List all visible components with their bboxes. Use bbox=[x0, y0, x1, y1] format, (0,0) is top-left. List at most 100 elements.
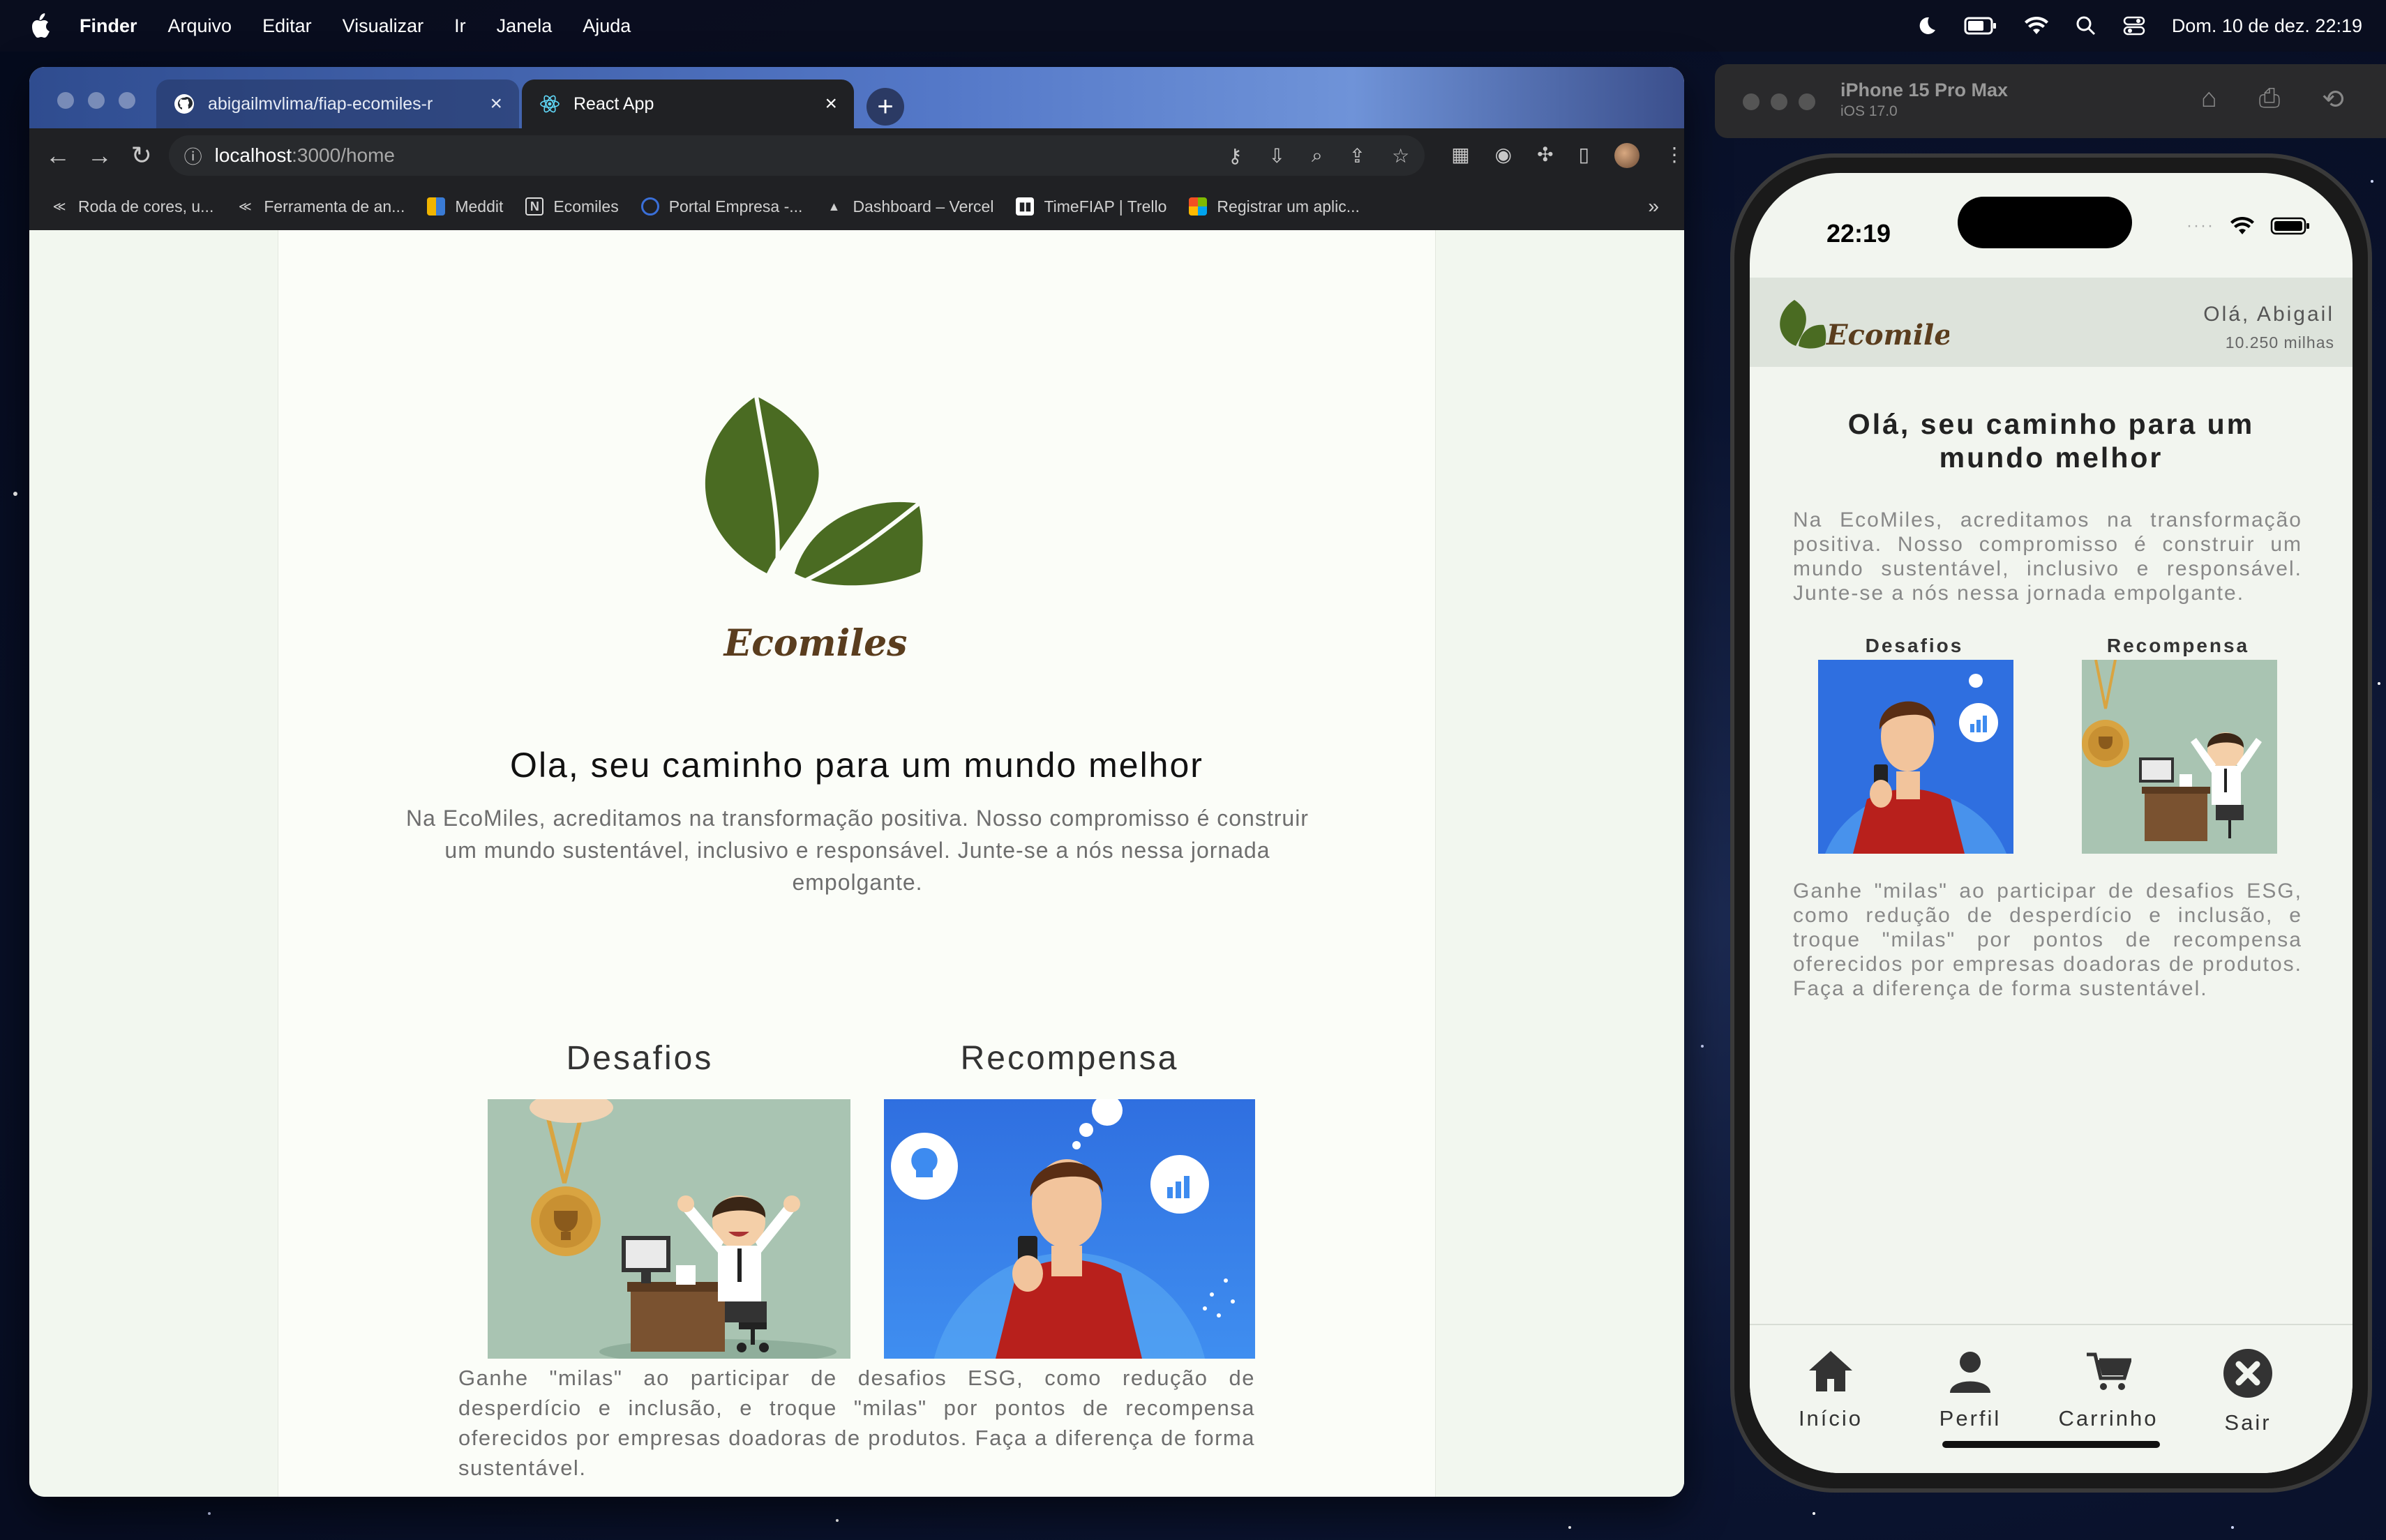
minimize-window-button[interactable] bbox=[1771, 93, 1787, 110]
back-arrow-icon[interactable]: ← bbox=[45, 141, 71, 169]
bookmarks-bar: ≪ Roda de cores, u... ≪ Ferramenta de an..… bbox=[29, 183, 1684, 230]
home-icon bbox=[1809, 1351, 1852, 1391]
bookmark-item[interactable]: ▮▮ TimeFIAP | Trello bbox=[1016, 197, 1166, 216]
menu-janela[interactable]: Janela bbox=[497, 15, 553, 37]
window-controls bbox=[57, 92, 135, 109]
battery-icon[interactable] bbox=[1964, 16, 1997, 36]
bookmark-label: Dashboard – Vercel bbox=[853, 197, 994, 216]
home-icon[interactable]: ⌂ bbox=[2201, 84, 2217, 115]
screenshot-camera-icon[interactable]: ⎙ bbox=[2259, 84, 2280, 115]
recompensa-title: Recompensa bbox=[960, 1040, 1179, 1077]
adobe-color-icon: ≪ bbox=[52, 199, 66, 213]
share-icon[interactable]: ⇪ bbox=[1349, 144, 1365, 167]
menu-ajuda[interactable]: Ajuda bbox=[583, 15, 631, 37]
tab-title: React App bbox=[573, 93, 654, 114]
menu-editar[interactable]: Editar bbox=[262, 15, 312, 37]
bookmark-item[interactable]: ≪ Ferramenta de an... bbox=[236, 197, 405, 216]
menubar-clock[interactable]: Dom. 10 de dez. 22:19 bbox=[2172, 15, 2362, 37]
bookmark-item[interactable]: ≪ Roda de cores, u... bbox=[50, 197, 214, 216]
wifi-icon[interactable] bbox=[2024, 16, 2049, 36]
ecomiles-logo[interactable]: Ecomiles bbox=[1775, 294, 1949, 357]
install-icon[interactable]: ⇩ bbox=[1268, 144, 1284, 167]
close-window-button[interactable] bbox=[1743, 93, 1760, 110]
status-time: 22:19 bbox=[1826, 219, 1891, 248]
menu-ir[interactable]: Ir bbox=[454, 15, 466, 37]
tab-sair[interactable]: Sair bbox=[2192, 1346, 2304, 1435]
maximize-window-button[interactable] bbox=[119, 92, 135, 109]
reload-icon[interactable]: ↻ bbox=[128, 141, 155, 169]
portal-icon bbox=[640, 197, 659, 216]
maximize-window-button[interactable] bbox=[1799, 93, 1815, 110]
bookmark-item[interactable]: Meddit bbox=[427, 197, 503, 216]
app-header: Ecomiles Olá, Abigail 10.250 milhas bbox=[1750, 278, 2353, 367]
browser-menu-icon[interactable]: ⋮ bbox=[1665, 143, 1684, 168]
more-bookmarks-icon[interactable]: » bbox=[1648, 195, 1659, 218]
tab-github[interactable]: abigailmvlima/fiap-ecomiles-r × bbox=[156, 80, 519, 128]
bookmark-label: Roda de cores, u... bbox=[78, 197, 214, 216]
battery-icon bbox=[2270, 217, 2309, 235]
recompensa-title: Recompensa bbox=[2106, 635, 2250, 656]
close-window-button[interactable] bbox=[57, 92, 74, 109]
url-path: :3000/home bbox=[292, 144, 395, 166]
ios-status-bar: 22:19 ···· bbox=[1750, 173, 2353, 278]
extension-target-icon[interactable]: ◉ bbox=[1495, 143, 1512, 168]
home-indicator[interactable] bbox=[1942, 1441, 2160, 1448]
menu-app-name[interactable]: Finder bbox=[80, 15, 137, 37]
moon-icon[interactable] bbox=[1916, 15, 1937, 36]
tab-inicio[interactable]: Início bbox=[1775, 1346, 1886, 1431]
reward-illustration bbox=[2082, 660, 2277, 854]
tab-perfil[interactable]: Perfil bbox=[1914, 1346, 2026, 1431]
tab-label: Sair bbox=[2224, 1410, 2272, 1435]
browser-tab-strip: abigailmvlima/fiap-ecomiles-r × React Ap… bbox=[29, 67, 1684, 128]
extensions-puzzle-icon[interactable]: ✣ bbox=[1537, 143, 1553, 168]
site-info-icon[interactable]: ⓘ bbox=[184, 143, 202, 169]
bookmark-item[interactable]: Portal Empresa -... bbox=[640, 197, 802, 216]
bookmark-item[interactable]: Registrar um aplic... bbox=[1189, 197, 1360, 216]
signal-icon: ···· bbox=[2186, 216, 2214, 235]
menu-arquivo[interactable]: Arquivo bbox=[168, 15, 232, 37]
apple-logo-icon[interactable] bbox=[28, 13, 50, 38]
tab-close-icon[interactable]: × bbox=[825, 92, 837, 116]
intro-text: Na EcoMiles, acreditamos na transformaçã… bbox=[406, 806, 1309, 895]
bookmark-item[interactable]: N Ecomiles bbox=[525, 197, 619, 216]
bookmark-label: Ecomiles bbox=[553, 197, 619, 216]
home-page: Ecomiles Ola, seu caminho para um mundo … bbox=[278, 230, 1436, 1497]
key-icon[interactable]: ⚷ bbox=[1228, 144, 1243, 167]
control-center-icon[interactable] bbox=[2123, 15, 2145, 36]
desafios-title: Desafios bbox=[566, 1040, 714, 1077]
adobe-color-icon: ≪ bbox=[238, 199, 252, 213]
bookmark-item[interactable]: ▲ Dashboard – Vercel bbox=[825, 197, 994, 216]
tab-close-icon[interactable]: × bbox=[490, 92, 502, 116]
intro-text: Na EcoMiles, acreditamos na transformaçã… bbox=[1793, 508, 2302, 605]
tab-carrinho[interactable]: Carrinho bbox=[2053, 1346, 2164, 1431]
rotate-icon[interactable]: ⟲ bbox=[2322, 84, 2344, 115]
phone-screen: 22:19 ···· Ecomiles Olá, Abigail 10.250 … bbox=[1750, 173, 2353, 1473]
browser-window: abigailmvlima/fiap-ecomiles-r × React Ap… bbox=[29, 67, 1684, 1497]
wifi-icon bbox=[2230, 216, 2254, 234]
user-icon bbox=[1950, 1352, 1990, 1393]
zoom-icon[interactable]: ⌕ bbox=[1312, 144, 1323, 167]
profile-avatar[interactable] bbox=[1614, 143, 1640, 168]
miles-balance: 10.250 milhas bbox=[2225, 333, 2334, 352]
address-bar[interactable]: ⓘ localhost :3000/home ⚷ ⇩ ⌕ ⇪ ☆ bbox=[168, 135, 1425, 176]
tab-react-app[interactable]: React App × bbox=[522, 80, 854, 128]
translate-extension-icon[interactable]: ▦ bbox=[1451, 143, 1469, 168]
description-text: Ganhe "milas" ao participar de desafios … bbox=[1793, 880, 2302, 1000]
spotlight-search-icon[interactable] bbox=[2076, 15, 2096, 36]
macos-menubar: Finder Arquivo Editar Visualizar Ir Jane… bbox=[0, 0, 2386, 52]
new-tab-button[interactable]: + bbox=[866, 88, 904, 126]
tab-title: abigailmvlima/fiap-ecomiles-r bbox=[208, 93, 433, 114]
challenges-illustration bbox=[884, 1099, 1255, 1359]
vercel-icon: ▲ bbox=[827, 199, 841, 213]
web-viewport: Ecomiles Ola, seu caminho para um mundo … bbox=[29, 230, 1684, 1497]
menu-visualizar[interactable]: Visualizar bbox=[343, 15, 424, 37]
side-panel-icon[interactable]: ▯ bbox=[1579, 143, 1589, 168]
microsoft-icon bbox=[1189, 197, 1208, 216]
desafios-title: Desafios bbox=[1865, 635, 1964, 656]
logo-text: Ecomiles bbox=[723, 622, 908, 665]
bookmark-star-icon[interactable]: ☆ bbox=[1392, 144, 1409, 167]
url-host: localhost bbox=[214, 144, 292, 166]
simulator-os-version: iOS 17.0 bbox=[1840, 103, 1898, 119]
minimize-window-button[interactable] bbox=[88, 92, 105, 109]
forward-arrow-icon[interactable]: → bbox=[87, 141, 113, 169]
